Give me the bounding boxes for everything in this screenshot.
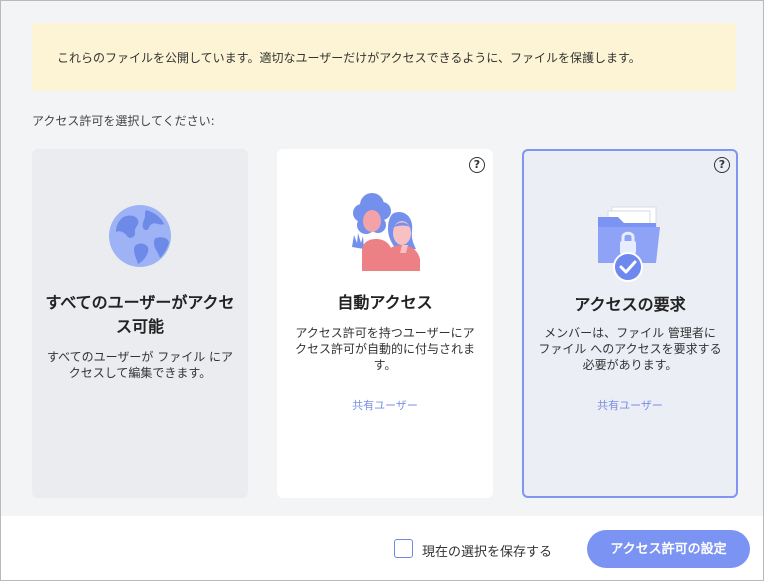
- card-description: メンバーは、ファイル 管理者に ファイル へのアクセスを要求する必要があります。: [538, 326, 722, 372]
- permission-prompt: アクセス許可を選択してください:: [32, 114, 215, 128]
- globe-icon: [108, 204, 172, 272]
- save-selection-checkbox[interactable]: [394, 539, 413, 558]
- users-icon: [348, 189, 422, 283]
- info-banner-text: これらのファイルを公開しています。適切なユーザーだけがアクセスできるように、ファ…: [57, 50, 641, 65]
- option-card-everyone[interactable]: すべてのユーザーがアクセス可能 すべてのユーザーが ファイル にアクセスして編集…: [32, 149, 248, 498]
- info-banner: これらのファイルを公開しています。適切なユーザーだけがアクセスできるように、ファ…: [32, 23, 736, 91]
- set-permission-button[interactable]: アクセス許可の設定: [587, 530, 750, 568]
- card-description: すべてのユーザーが ファイル にアクセスして編集できます。: [46, 350, 234, 380]
- card-title: すべてのユーザーがアクセス可能: [45, 293, 235, 336]
- help-icon[interactable]: ?: [714, 157, 730, 173]
- save-selection-label[interactable]: 現在の選択を保存する: [422, 541, 552, 560]
- card-title: 自動アクセス: [337, 293, 433, 312]
- permission-dialog: これらのファイルを公開しています。適切なユーザーだけがアクセスできるように、ファ…: [0, 0, 764, 581]
- shared-users-link[interactable]: 共有ユーザー: [524, 397, 736, 413]
- dialog-footer: 現在の選択を保存する アクセス許可の設定: [1, 516, 763, 580]
- locked-folder-icon: [594, 203, 666, 287]
- option-card-auto-access[interactable]: ? 自動アクセス アクセス許可を持つユーザーにアクセス許可が自動的に付与されます…: [277, 149, 493, 498]
- card-title: アクセスの要求: [574, 295, 686, 314]
- option-card-request-access[interactable]: ? アクセスの要求 メンバーは、ファイル 管理者に ファイル へのアクセスを要求…: [522, 149, 738, 498]
- shared-users-link[interactable]: 共有ユーザー: [277, 397, 493, 413]
- card-description: アクセス許可を持つユーザーにアクセス許可が自動的に付与されます。: [294, 326, 475, 372]
- help-icon[interactable]: ?: [469, 157, 485, 173]
